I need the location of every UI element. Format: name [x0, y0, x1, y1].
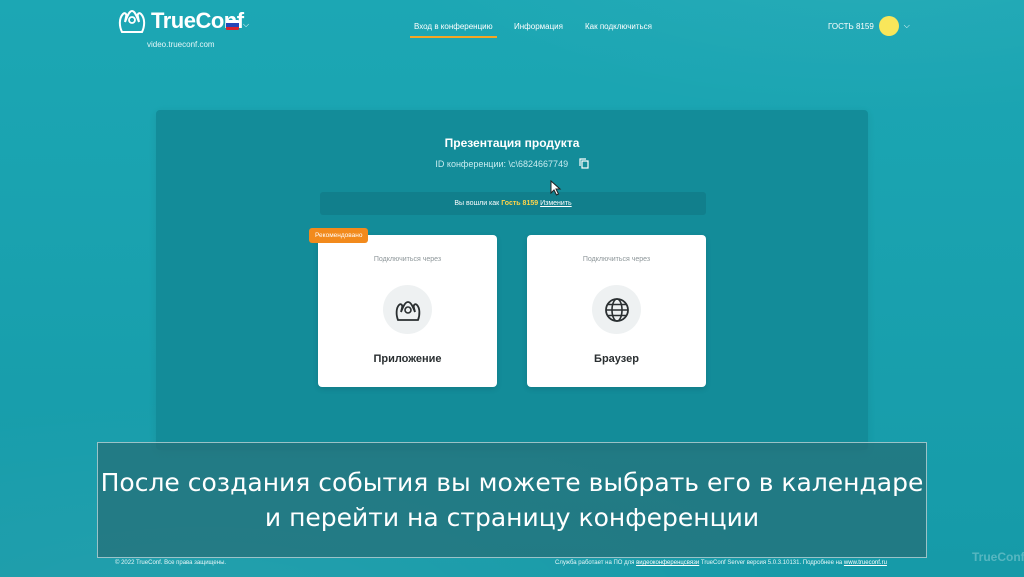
join-via-app-card[interactable]: Рекомендовано Подключиться через Приложе…: [309, 228, 497, 387]
login-status-bar: Вы вошли как Гость 8159 Изменить: [320, 192, 706, 215]
russian-flag-icon: [226, 20, 239, 30]
recommended-badge: Рекомендовано: [309, 228, 369, 243]
app-people-icon: [383, 285, 432, 334]
conference-panel: Презентация продукта ID конференции: \c\…: [156, 110, 868, 450]
conference-title: Презентация продукта: [444, 136, 580, 150]
server-info-middle: TrueConf Server версия 5.0.3.10131. Подр…: [700, 560, 843, 566]
mouse-cursor-icon: [550, 180, 562, 196]
globe-icon: [592, 285, 641, 334]
connect-via-label: Подключиться через: [373, 256, 442, 263]
avatar: [878, 16, 899, 36]
app-option-label: Приложение: [373, 353, 442, 365]
server-info: Служба работает на ПО для видеоконференц…: [555, 560, 887, 566]
connect-via-label: Подключиться через: [582, 256, 651, 263]
chevron-down-icon: ⌵: [243, 20, 250, 29]
trueconf-logo[interactable]: TrueConf: [117, 8, 244, 34]
page-footer: © 2022 TrueConf. Все права защищены. Слу…: [0, 558, 1024, 577]
nav-how-to-connect[interactable]: Как подключиться: [585, 22, 652, 31]
server-address: video.trueconf.com: [147, 40, 215, 49]
user-name: ГОСТЬ 8159: [828, 21, 874, 31]
change-name-link[interactable]: Изменить: [540, 200, 572, 207]
guest-name: Гость 8159: [501, 200, 539, 207]
login-prefix: Вы вошли как: [454, 200, 500, 207]
subtitle-line-2: и перейти на страницу конференции: [264, 503, 760, 532]
nav-information[interactable]: Информация: [514, 22, 563, 31]
trueconf-watermark: TrueConf: [972, 550, 1024, 564]
conference-id-text: ID конференции: \c\6824667749: [435, 159, 569, 169]
copy-icon[interactable]: [578, 158, 589, 169]
server-info-prefix: Служба работает на ПО для: [555, 560, 635, 566]
copyright-text: © 2022 TrueConf. Все права защищены.: [115, 560, 227, 566]
trueconf-site-link[interactable]: www.trueconf.ru: [844, 560, 887, 566]
user-menu[interactable]: ГОСТЬ 8159 ⌵: [828, 16, 910, 36]
subtitle-caption: После создания события вы можете выбрать…: [97, 442, 927, 558]
join-via-browser-card[interactable]: Подключиться через Браузер: [527, 235, 706, 387]
videoconferencing-link[interactable]: видеоконференцсвязи: [636, 560, 699, 566]
nav-join-conference[interactable]: Вход в конференцию: [410, 22, 497, 38]
logo-hands-icon: [118, 9, 146, 33]
chevron-down-icon: ⌵: [903, 21, 910, 30]
top-header: TrueConf video.trueconf.com ⌵ Вход в кон…: [0, 0, 1024, 56]
subtitle-line-1: После создания события вы можете выбрать…: [100, 468, 924, 497]
browser-option-label: Браузер: [594, 353, 639, 365]
language-selector[interactable]: ⌵: [226, 20, 249, 30]
conference-id: ID конференции: \c\6824667749: [156, 158, 868, 169]
